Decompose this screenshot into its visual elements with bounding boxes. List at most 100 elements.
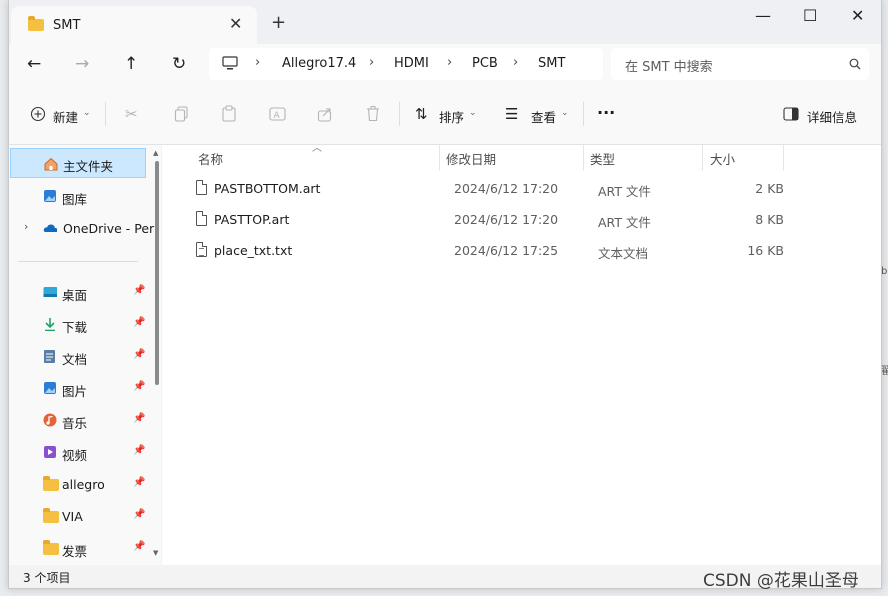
sidebar-item-desktop[interactable]: 桌面 📌	[10, 277, 146, 307]
pin-icon[interactable]: 📌	[133, 285, 145, 296]
chevron-right-icon[interactable]: ›	[24, 220, 28, 233]
maximize-button[interactable]: ☐	[803, 6, 817, 25]
sidebar-item-label: 图库	[62, 192, 88, 207]
plus-circle-icon	[30, 106, 46, 122]
table-row[interactable]: place_txt.txt 2024/6/12 17:25 文本文档 16 KB	[162, 236, 881, 266]
sidebar-item-music[interactable]: 音乐 📌	[10, 405, 146, 435]
sidebar-item-gallery[interactable]: 图库	[10, 181, 146, 211]
view-list-icon: ☰	[505, 105, 519, 123]
column-header-name[interactable]: 名称	[198, 149, 223, 168]
column-divider[interactable]	[439, 145, 440, 171]
share-icon[interactable]	[317, 106, 333, 122]
file-list-pane: ︿ 名称 修改日期 类型 大小 PASTBOTTOM.art 2024/6/12…	[162, 143, 881, 565]
sidebar-item-documents[interactable]: 文档 📌	[10, 341, 146, 371]
breadcrumb-item[interactable]: Allegro17.4	[282, 56, 356, 71]
text-file-icon	[196, 242, 207, 257]
pictures-icon	[44, 382, 56, 394]
tab-smt[interactable]: SMT ✕	[11, 6, 257, 44]
file-type: ART 文件	[598, 184, 651, 199]
refresh-button[interactable]: ↻	[172, 54, 186, 74]
sort-button-label: 排序	[439, 110, 465, 125]
scroll-up-arrow[interactable]: ▲	[153, 149, 158, 157]
sort-button[interactable]: ⇅ 排序 ⌄	[409, 86, 483, 144]
sidebar-item-videos[interactable]: 视频 📌	[10, 437, 146, 467]
document-icon	[44, 350, 55, 363]
column-header-size[interactable]: 大小	[710, 149, 735, 168]
new-tab-button[interactable]: +	[271, 12, 286, 33]
pin-icon[interactable]: 📌	[133, 349, 145, 360]
scroll-down-arrow[interactable]: ▼	[153, 549, 158, 557]
download-icon	[45, 318, 55, 331]
file-size: 8 KB	[755, 212, 784, 227]
pin-icon[interactable]: 📌	[133, 541, 145, 552]
sidebar-item-pictures[interactable]: 图片 📌	[10, 373, 146, 403]
delete-icon[interactable]	[365, 105, 381, 122]
breadcrumb-item[interactable]: HDMI	[394, 56, 429, 71]
chevron-down-icon: ⌄	[469, 108, 477, 118]
file-size: 2 KB	[755, 181, 784, 196]
search-icon	[849, 58, 861, 70]
sidebar-item-label: 视频	[62, 448, 88, 463]
new-button[interactable]: 新建 ⌄	[21, 86, 97, 144]
table-row[interactable]: PASTTOP.art 2024/6/12 17:20 ART 文件 8 KB	[162, 205, 881, 235]
pin-icon[interactable]: 📌	[133, 317, 145, 328]
pin-icon[interactable]: 📌	[133, 381, 145, 392]
sidebar-item-label: 桌面	[62, 288, 88, 303]
sidebar-item-label: 下载	[62, 320, 88, 335]
close-window-button[interactable]: ✕	[851, 6, 864, 25]
back-button[interactable]: ←	[27, 54, 41, 74]
sidebar-item-allegro[interactable]: allegro 📌	[10, 469, 146, 499]
pin-icon[interactable]: 📌	[133, 477, 145, 488]
paste-icon[interactable]	[221, 105, 237, 122]
pin-icon[interactable]: 📌	[133, 413, 145, 424]
address-row: ← → ↑ ↻ › Allegro17.4 › HDMI › PCB › SMT…	[9, 44, 881, 86]
watermark-text: CSDN @花果山圣母	[703, 571, 859, 591]
file-type: 文本文档	[598, 246, 649, 261]
up-button[interactable]: ↑	[124, 54, 138, 74]
pin-icon[interactable]: 📌	[133, 445, 145, 456]
sidebar-item-label: VIA	[62, 509, 83, 524]
forward-button[interactable]: →	[75, 54, 89, 74]
file-explorer-window: SMT ✕ + — ☐ ✕ ← → ↑ ↻ › Allegro17.4 › HD…	[8, 0, 882, 589]
sidebar-item-onedrive[interactable]: › OneDrive - Per	[10, 213, 156, 243]
breadcrumb-item[interactable]: PCB	[472, 56, 498, 71]
column-divider[interactable]	[702, 145, 703, 171]
address-bar[interactable]: › Allegro17.4 › HDMI › PCB › SMT	[209, 48, 603, 80]
file-name: PASTBOTTOM.art	[214, 181, 321, 196]
breadcrumb-item[interactable]: SMT	[538, 56, 565, 71]
details-pane-button[interactable]: 详细信息	[777, 86, 861, 144]
sidebar-item-label: 图片	[62, 384, 88, 399]
sidebar-item-via[interactable]: VIA 📌	[10, 501, 146, 531]
view-button-label: 查看	[531, 110, 557, 125]
copy-icon[interactable]	[174, 106, 190, 122]
folder-icon	[28, 16, 44, 31]
sidebar-item-invoices[interactable]: 发票 📌	[10, 533, 146, 563]
home-icon	[44, 157, 58, 171]
column-divider[interactable]	[783, 145, 784, 171]
file-size: 16 KB	[747, 243, 784, 258]
chevron-down-icon: ⌄	[83, 108, 91, 118]
sidebar-item-label: allegro	[62, 477, 105, 492]
sidebar-item-home[interactable]: 主文件夹	[10, 148, 146, 178]
column-header-type[interactable]: 类型	[590, 149, 615, 168]
breadcrumb-separator: ›	[447, 55, 453, 70]
sidebar-item-downloads[interactable]: 下载 📌	[10, 309, 146, 339]
tab-close-button[interactable]: ✕	[229, 14, 242, 33]
table-row[interactable]: PASTBOTTOM.art 2024/6/12 17:20 ART 文件 2 …	[162, 174, 881, 204]
sidebar-item-label: 主文件夹	[63, 159, 114, 174]
view-button[interactable]: ☰ 查看 ⌄	[499, 86, 575, 144]
breadcrumb-separator: ›	[513, 55, 519, 70]
sidebar-scrollbar-thumb[interactable]	[155, 161, 159, 385]
column-divider[interactable]	[583, 145, 584, 171]
column-header-date[interactable]: 修改日期	[446, 149, 496, 168]
search-input[interactable]: 在 SMT 中搜索	[611, 48, 869, 80]
cut-icon[interactable]: ✂	[125, 105, 138, 123]
minimize-button[interactable]: —	[755, 6, 771, 25]
rename-icon[interactable]: A	[269, 106, 286, 122]
item-count: 3 个项目	[23, 571, 71, 585]
more-options-button[interactable]: ···	[597, 103, 615, 122]
breadcrumb-separator: ›	[369, 55, 375, 70]
folder-icon	[43, 540, 59, 555]
pin-icon[interactable]: 📌	[133, 509, 145, 520]
svg-text:A: A	[274, 111, 281, 121]
